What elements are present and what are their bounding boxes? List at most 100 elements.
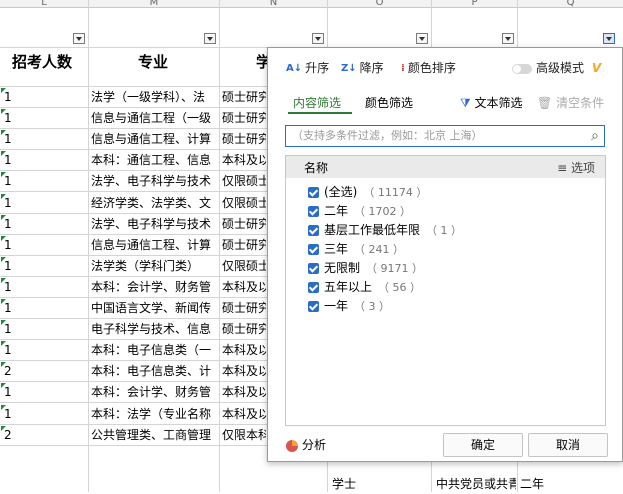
cell-edu[interactable]: 仅限硕士 [222, 193, 266, 213]
filter-dropdown-button[interactable] [416, 33, 428, 44]
filter-dropdown-button[interactable] [502, 33, 514, 44]
analysis-button[interactable]: 分析 [286, 436, 326, 453]
cell-edu[interactable]: 硕士研究 [222, 319, 266, 339]
search-icon[interactable]: ⌕ [591, 126, 599, 146]
cell-major[interactable]: 法学、电子科学与技术 [91, 214, 218, 234]
cell-count[interactable]: 1 [4, 108, 84, 128]
cell-count[interactable]: 1 [4, 171, 84, 191]
cell-major[interactable]: 经济学类、法学类、文 [91, 193, 218, 213]
cell-major[interactable]: 本科：会计学、财务管 [91, 382, 218, 402]
cell-edu[interactable]: 仅限硕士 [222, 171, 266, 191]
checkbox-checked-icon[interactable] [308, 282, 319, 293]
cell-major[interactable]: 本科：法学（专业名称 [91, 404, 218, 424]
ok-button[interactable]: 确定 [443, 433, 523, 457]
cell-degree[interactable]: 学士 [332, 474, 356, 494]
cell-edu[interactable]: 硕士研究 [222, 129, 266, 149]
color-sort-button[interactable]: ⁞ 颜色排序 [401, 58, 456, 78]
cell-major[interactable]: 公共管理类、工商管理 [91, 425, 218, 445]
filter-item[interactable]: (全选) （ 11174 ） [308, 183, 427, 201]
cell-count[interactable]: 1 [4, 256, 84, 276]
text-filter-button[interactable]: ⧩ 文本筛选 [460, 94, 523, 111]
clear-filter-button[interactable]: 🗑 清空条件 [537, 94, 604, 111]
cell-major[interactable]: 法学（一级学科）、法 [91, 87, 218, 107]
header-count[interactable]: 招考人数 [12, 51, 72, 72]
checkbox-checked-icon[interactable] [308, 263, 319, 274]
header-major[interactable]: 专业 [138, 51, 168, 72]
cell-major[interactable]: 本科：通信工程、信息 [91, 150, 218, 170]
cell-major[interactable]: 法学、电子科学与技术 [91, 171, 218, 191]
cell-edu[interactable]: 本科及以 [222, 361, 266, 381]
checkbox-checked-icon[interactable] [308, 187, 319, 198]
filter-dropdown-button[interactable] [312, 33, 324, 44]
column-header-L[interactable]: L [0, 0, 88, 8]
filter-value-list[interactable]: 名称 ≡ 选项 (全选) （ 11174 ） 二年 （ 1702 ） 基层工作最低年限 （… [285, 155, 606, 426]
filter-dropdown-button-active[interactable] [603, 33, 615, 44]
cell-count[interactable]: 1 [4, 277, 84, 297]
filter-item[interactable]: 一年 （ 3 ） [308, 297, 390, 315]
cell-count[interactable]: 1 [4, 129, 84, 149]
checkbox-checked-icon[interactable] [308, 225, 319, 236]
checkbox-checked-icon[interactable] [308, 206, 319, 217]
cell-edu[interactable]: 硕士研究 [222, 108, 266, 128]
cell-count[interactable]: 1 [4, 319, 84, 339]
cell-major[interactable]: 信息与通信工程（一级 [91, 108, 218, 128]
cell-count[interactable]: 2 [4, 425, 84, 445]
cell-count[interactable]: 1 [4, 235, 84, 255]
checkbox-checked-icon[interactable] [308, 244, 319, 255]
filter-dropdown-button[interactable] [204, 33, 216, 44]
cell-count[interactable]: 1 [4, 404, 84, 424]
cell-count[interactable]: 1 [4, 382, 84, 402]
cell-edu[interactable]: 硕士研究 [222, 214, 266, 234]
cell-edu[interactable]: 本科及以 [222, 404, 266, 424]
cell-politics[interactable]: 中共党员或共青 [436, 474, 516, 494]
checkbox-checked-icon[interactable] [308, 301, 319, 312]
cell-edu[interactable]: 本科及以 [222, 150, 266, 170]
cell-count[interactable]: 1 [4, 150, 84, 170]
cell-edu[interactable]: 仅限本科 [222, 425, 266, 445]
cell-major[interactable]: 法学类（学科门类） [91, 256, 218, 276]
cell-major[interactable]: 本科：会计学、财务管 [91, 277, 218, 297]
column-header-P[interactable]: P [432, 0, 517, 8]
active-tab-indicator [288, 112, 352, 114]
cell-major[interactable]: 信息与通信工程、计算 [91, 235, 218, 255]
filter-item[interactable]: 无限制 （ 9171 ） [308, 259, 423, 277]
cell-years[interactable]: 二年 [520, 474, 544, 494]
cell-count[interactable]: 1 [4, 214, 84, 234]
sort-ascending-button[interactable]: A↓ 升序 [286, 58, 329, 78]
column-letter: N [269, 0, 278, 8]
cell-edu[interactable]: 本科及以 [222, 277, 266, 297]
column-header-N[interactable]: N [220, 0, 327, 8]
cell-count[interactable]: 1 [4, 87, 84, 107]
cell-edu[interactable]: 硕士研究 [222, 87, 266, 107]
filter-item[interactable]: 基层工作最低年限 （ 1 ） [308, 221, 462, 239]
cell-major[interactable]: 本科：电子信息类、计 [91, 361, 218, 381]
tab-content-filter[interactable]: 内容筛选 [293, 94, 341, 111]
filter-item[interactable]: 五年以上 （ 56 ） [308, 278, 421, 296]
column-header-M[interactable]: M [89, 0, 219, 8]
options-button[interactable]: ≡ 选项 [557, 159, 595, 176]
cell-major[interactable]: 电子科学与技术、信息 [91, 319, 218, 339]
filter-item[interactable]: 三年 （ 241 ） [308, 240, 404, 258]
cell-count[interactable]: 1 [4, 193, 84, 213]
cell-edu[interactable]: 硕士研究 [222, 235, 266, 255]
cell-major[interactable]: 信息与通信工程、计算 [91, 129, 218, 149]
cell-count[interactable]: 2 [4, 361, 84, 381]
filter-search-input[interactable]: （支持多条件过滤，例如：北京 上海） ⌕ [285, 125, 605, 147]
tab-color-filter[interactable]: 颜色筛选 [365, 94, 413, 111]
cell-major[interactable]: 本科：电子信息类（一 [91, 340, 218, 360]
cell-edu[interactable]: 硕士研究 [222, 298, 266, 318]
cancel-button[interactable]: 取消 [528, 433, 608, 457]
column-header-Q[interactable]: Q [518, 0, 623, 8]
cell-edu[interactable]: 仅限硕士 [222, 256, 266, 276]
sort-descending-button[interactable]: Z↓ 降序 [341, 58, 384, 78]
cell-edu[interactable]: 本科及以 [222, 340, 266, 360]
cell-edu[interactable]: 本科及以 [222, 382, 266, 402]
cell-count[interactable]: 1 [4, 298, 84, 318]
filter-item-label: 一年 [324, 299, 349, 313]
column-header-O[interactable]: O [328, 0, 431, 8]
cell-major[interactable]: 中国语言文学、新闻传 [91, 298, 218, 318]
advanced-mode-toggle[interactable]: 高级模式 V [512, 58, 601, 78]
filter-item[interactable]: 二年 （ 1702 ） [308, 202, 411, 220]
cell-count[interactable]: 1 [4, 340, 84, 360]
filter-dropdown-button[interactable] [73, 33, 85, 44]
